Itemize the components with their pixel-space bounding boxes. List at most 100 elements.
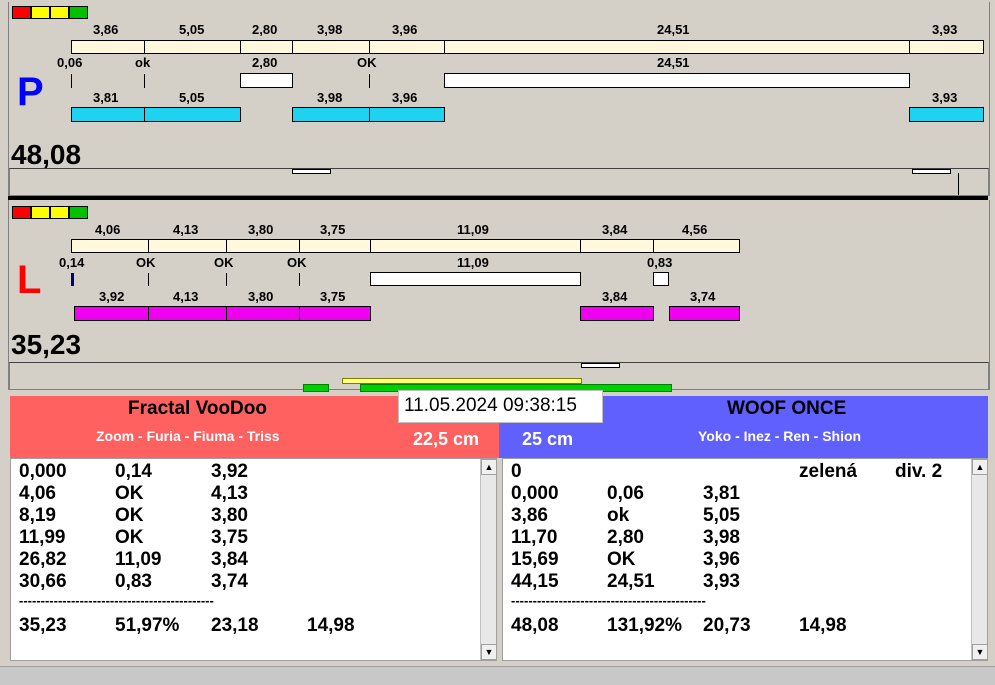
- top-middle-label: OK: [357, 55, 377, 70]
- top-middle-tick: [71, 74, 72, 88]
- list-cell: div. 2: [895, 461, 943, 482]
- bottom-upper-bar: [370, 239, 581, 253]
- list-cell: 3,75: [211, 527, 248, 548]
- bottom-upper-label: 11,09: [457, 222, 489, 237]
- top-lower-bar: [71, 107, 145, 122]
- bottom-middle-bar: [370, 272, 581, 286]
- status-strip: [0, 666, 995, 685]
- scroll-down-icon[interactable]: ▼: [972, 644, 987, 660]
- track-tick: [958, 173, 959, 195]
- scroll-down-icon[interactable]: ▼: [481, 644, 496, 660]
- top-lower-label: 3,81: [93, 90, 119, 105]
- bottom-lower-bar: [299, 306, 371, 321]
- bottom-middle-label: OK: [287, 255, 307, 270]
- bottom-lower-bar: [580, 306, 654, 321]
- list-cell: 3,93: [703, 571, 740, 592]
- top-upper-label: 3,96: [392, 22, 418, 37]
- top-middle-label: 24,51: [657, 55, 690, 70]
- list-cell: 0,06: [607, 483, 644, 504]
- datetime-box: 11.05.2024 09:38:15: [398, 390, 603, 423]
- top-middle-bar: [444, 73, 910, 88]
- list-cell: zelená: [799, 461, 858, 482]
- right-scrollbar[interactable]: ▲ ▼: [971, 459, 987, 660]
- right-team-name: WOOF ONCE: [727, 398, 847, 419]
- left-team-members: Zoom - Furia - Fiuma - Triss: [96, 428, 280, 444]
- list-cell: 2,80: [607, 527, 644, 548]
- top-lower-label: 3,96: [392, 90, 418, 105]
- top-upper-label: 3,93: [932, 22, 958, 37]
- top-middle-label: ok: [135, 55, 151, 70]
- list-cell: 0,000: [511, 483, 559, 504]
- scroll-up-icon[interactable]: ▲: [481, 459, 496, 475]
- top-lower-label: 3,93: [932, 90, 958, 105]
- bottom-upper-label: 4,06: [95, 222, 121, 237]
- lamp-yellow-1: [31, 6, 50, 19]
- list-cell: 3,81: [703, 483, 740, 504]
- track-marker: [581, 363, 620, 368]
- lamp-yellow-2: [50, 206, 69, 219]
- top-middle-bar: [240, 73, 293, 88]
- side-label-p: P: [17, 70, 44, 114]
- list-cell: 4,06: [19, 483, 56, 504]
- top-middle-tick: [144, 74, 145, 88]
- bottom-middle-label: 11,09: [457, 255, 489, 270]
- lamp-red: [12, 206, 31, 219]
- summary-cell: 14,98: [799, 615, 847, 636]
- bottom-middle-bar: [653, 272, 669, 286]
- left-scrollbar[interactable]: ▲ ▼: [480, 459, 496, 660]
- summary-cell: 51,97%: [115, 615, 180, 636]
- bottom-upper-label: 4,56: [682, 222, 708, 237]
- list-cell: 0,14: [115, 461, 152, 482]
- list-cell: 11,09: [115, 549, 162, 570]
- track-marker: [292, 169, 331, 174]
- bottom-middle-tick: [226, 273, 227, 286]
- bottom-lower-label: 3,84: [602, 289, 628, 304]
- bottom-upper-bar: [299, 239, 371, 253]
- list-cell: 11,99: [19, 527, 66, 548]
- lamp-green: [69, 6, 88, 19]
- bottom-middle-label: OK: [136, 255, 156, 270]
- left-results-list[interactable]: 0,000 0,14 3,92 4,06 OK 4,13 8,19 OK 3,8…: [10, 458, 497, 661]
- top-upper-label: 24,51: [657, 22, 690, 37]
- track-marker-green: [303, 384, 329, 392]
- list-cell: 0,000: [19, 461, 67, 482]
- bottom-total: 35,23: [11, 329, 82, 360]
- bottom-upper-label: 3,80: [248, 222, 274, 237]
- list-cell: OK: [115, 505, 144, 526]
- top-upper-bar: [909, 40, 984, 54]
- top-middle-label: 0,06: [57, 55, 83, 70]
- right-team-distance: 25 cm: [522, 429, 574, 449]
- bottom-lower-bar: [148, 306, 227, 321]
- bottom-upper-bar: [580, 239, 654, 253]
- list-cell: 24,51: [607, 571, 655, 592]
- list-cell: OK: [115, 483, 144, 504]
- top-lower-bar: [292, 107, 370, 122]
- list-divider: ----------------------------------------…: [19, 593, 214, 608]
- top-run-panel: 3,86 5,05 2,80 3,98 3,96 24,51 3,93 0,06…: [8, 2, 990, 196]
- bottom-lower-bar: [226, 306, 300, 321]
- summary-cell: 131,92%: [607, 615, 683, 636]
- list-cell: 15,69: [511, 549, 559, 570]
- bottom-middle-label: 0,14: [59, 255, 85, 270]
- summary-cell: 35,23: [19, 615, 67, 636]
- list-cell: 8,19: [19, 505, 56, 526]
- top-upper-bar: [71, 40, 145, 54]
- list-cell: 3,96: [703, 549, 740, 570]
- top-upper-bar: [292, 40, 370, 54]
- top-upper-bar: [369, 40, 445, 54]
- top-total: 48,08: [11, 139, 82, 170]
- list-cell: 3,84: [211, 549, 248, 570]
- top-track-strip: [9, 168, 989, 196]
- right-results-list[interactable]: 0 zelená div. 2 0,000 0,06 3,81 3,86 ok …: [502, 458, 988, 661]
- bottom-lower-label: 3,80: [248, 289, 274, 304]
- list-cell: 5,05: [703, 505, 740, 526]
- top-lower-label: 5,05: [179, 90, 205, 105]
- bottom-middle-label: 0,83: [647, 255, 673, 270]
- list-cell: 44,15: [511, 571, 559, 592]
- list-cell: 4,13: [211, 483, 248, 504]
- scroll-up-icon[interactable]: ▲: [972, 459, 987, 475]
- lamp-yellow-1: [31, 206, 50, 219]
- list-cell: 0: [511, 461, 522, 482]
- bottom-upper-bar: [653, 239, 740, 253]
- bottom-upper-bar: [71, 239, 149, 253]
